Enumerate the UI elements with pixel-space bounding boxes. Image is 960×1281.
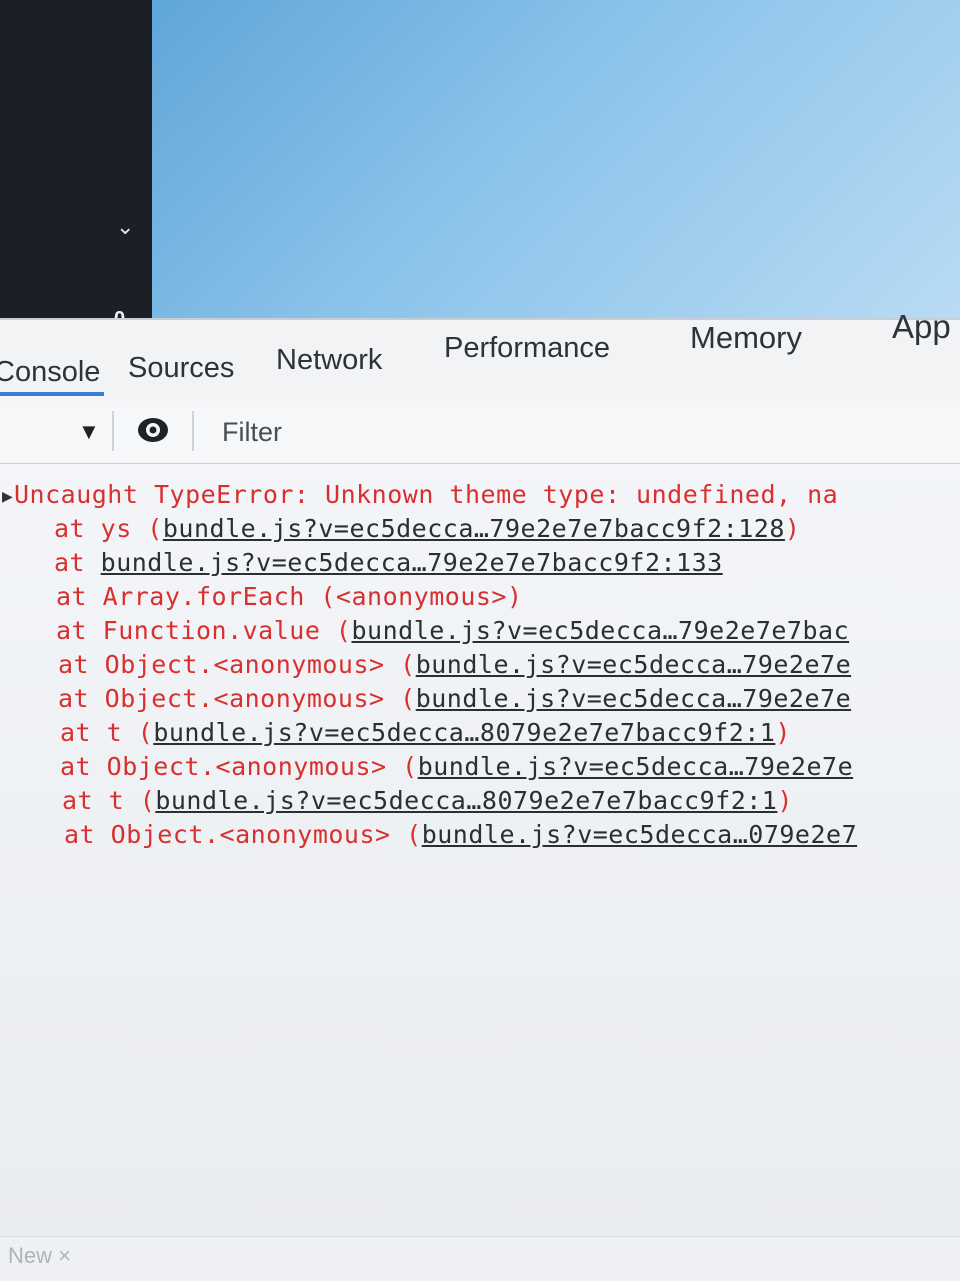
stack-frame-location: at Function.value ( (56, 616, 352, 645)
tab-performance[interactable]: Performance (444, 332, 610, 365)
console-toolbar: ▼ (0, 401, 960, 464)
stack-frame-suffix: ) (784, 514, 801, 543)
stack-frame-location: at Array.forEach (<anonymous>) (56, 582, 523, 611)
tab-application[interactable]: App (892, 308, 951, 346)
source-link[interactable]: bundle.js?v=ec5decca…79e2e7e (416, 650, 851, 679)
stack-frame: at Object.<anonymous> (bundle.js?v=ec5de… (64, 820, 857, 849)
eye-icon[interactable] (136, 415, 170, 445)
source-link[interactable]: bundle.js?v=ec5decca…8079e2e7e7bacc9f2:1 (153, 718, 775, 747)
chevron-down-icon[interactable]: ⌄ (116, 214, 134, 240)
context-dropdown-toggle[interactable]: ▼ (78, 419, 100, 445)
stack-frame: at Array.forEach (<anonymous>) (56, 582, 523, 611)
stack-frame: at Object.<anonymous> (bundle.js?v=ec5de… (58, 684, 851, 713)
console-output: ▶ Uncaught TypeError: Unknown theme type… (0, 464, 960, 1244)
stack-frame: at ys (bundle.js?v=ec5decca…79e2e7e7bacc… (54, 514, 800, 543)
stack-frame: at t (bundle.js?v=ec5decca…8079e2e7e7bac… (62, 786, 793, 815)
source-link[interactable]: bundle.js?v=ec5decca…79e2e7e7bac (351, 616, 849, 645)
stack-frame-location: at t ( (60, 718, 154, 747)
stack-frame: at t (bundle.js?v=ec5decca…8079e2e7e7bac… (60, 718, 791, 747)
source-link[interactable]: bundle.js?v=ec5decca…79e2e7e (418, 752, 853, 781)
drawer-bar: New × (0, 1236, 960, 1281)
source-link[interactable]: bundle.js?v=ec5decca…8079e2e7e7bacc9f2:1 (155, 786, 777, 815)
toolbar-divider (192, 411, 194, 451)
stack-frame-location: at ys ( (54, 514, 163, 543)
stack-frame: at bundle.js?v=ec5decca…79e2e7e7bacc9f2:… (54, 548, 723, 577)
error-message: Uncaught TypeError: Unknown theme type: … (14, 480, 839, 509)
dark-sidebar-panel: ⌄ 0 (0, 0, 152, 345)
devtools-tab-bar: Console Sources Network Performance Memo… (0, 308, 960, 403)
expand-error-arrow[interactable]: ▶ (2, 488, 13, 505)
stack-frame-location: at t ( (62, 786, 156, 815)
stack-frame-location: at Object.<anonymous> ( (58, 650, 416, 679)
stack-frame: at Function.value (bundle.js?v=ec5decca…… (56, 616, 849, 645)
source-link[interactable]: bundle.js?v=ec5decca…79e2e7e7bacc9f2:133 (101, 548, 723, 577)
source-link[interactable]: bundle.js?v=ec5decca…79e2e7e7bacc9f2:128 (163, 514, 785, 543)
stack-frame: at Object.<anonymous> (bundle.js?v=ec5de… (58, 650, 851, 679)
stack-frame: at Object.<anonymous> (bundle.js?v=ec5de… (60, 752, 853, 781)
new-drawer-tab[interactable]: New × (8, 1243, 71, 1269)
tab-sources[interactable]: Sources (128, 352, 234, 385)
active-tab-indicator (0, 392, 104, 396)
stack-frame-location: at Object.<anonymous> ( (64, 820, 422, 849)
page-viewport (152, 0, 960, 330)
tab-network[interactable]: Network (276, 344, 382, 377)
stack-frame-location: at (54, 548, 101, 577)
stack-frame-location: at Object.<anonymous> ( (60, 752, 418, 781)
tab-memory[interactable]: Memory (690, 320, 802, 356)
stack-frame-suffix: ) (775, 718, 791, 747)
filter-input[interactable] (222, 415, 922, 449)
tab-console[interactable]: Console (0, 356, 100, 389)
source-link[interactable]: bundle.js?v=ec5decca…79e2e7e (416, 684, 851, 713)
source-link[interactable]: bundle.js?v=ec5decca…079e2e7 (422, 820, 857, 849)
stack-frame-location: at Object.<anonymous> ( (58, 684, 416, 713)
toolbar-divider (112, 411, 114, 451)
stack-frame-suffix: ) (777, 786, 793, 815)
